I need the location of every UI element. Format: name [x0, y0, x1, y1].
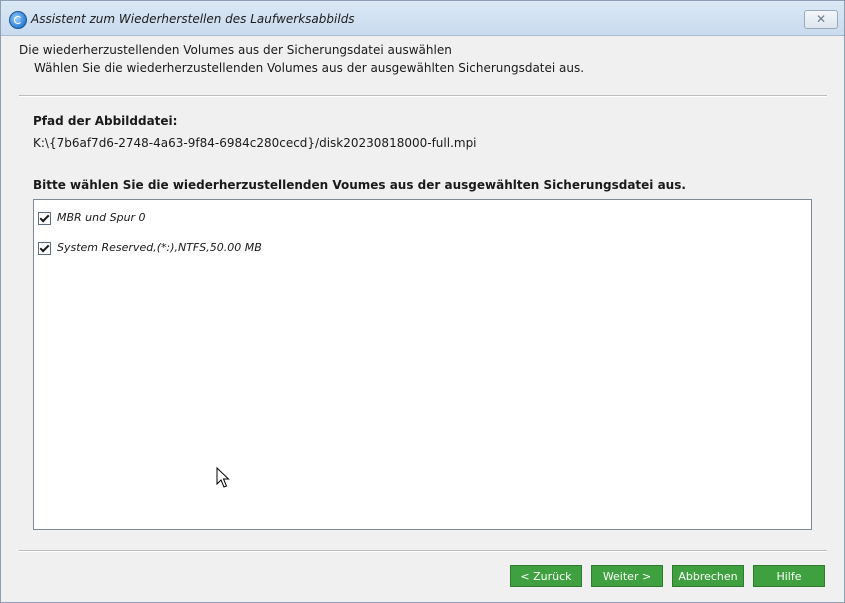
next-button[interactable]: Weiter >: [591, 565, 663, 587]
back-button[interactable]: < Zurück: [510, 565, 582, 587]
system-reserved-label: System Reserved,(*:),NTFS,50.00 MB: [57, 241, 262, 254]
page-title: Die wiederherzustellenden Volumes aus de…: [19, 43, 452, 57]
header-divider: [19, 95, 827, 97]
image-path-label: Pfad der Abbilddatei:: [33, 114, 178, 128]
image-path-value: K:\{7b6af7d6-2748-4a63-9f84-6984c280cecd…: [33, 136, 477, 150]
title-bar[interactable]: Assistent zum Wiederherstellen des Laufw…: [1, 1, 844, 36]
cancel-button[interactable]: Abbrechen: [672, 565, 744, 587]
mbr-label: MBR und Spur 0: [57, 211, 146, 224]
page-subtitle: Wählen Sie die wiederherzustellenden Vol…: [34, 61, 585, 75]
footer-divider: [19, 550, 827, 552]
close-button[interactable]: ✕: [804, 10, 838, 29]
volume-list[interactable]: MBR und Spur 0 System Reserved,(*:),NTFS…: [33, 199, 812, 530]
help-button[interactable]: Hilfe: [753, 565, 825, 587]
wizard-content: Die wiederherzustellenden Volumes aus de…: [7, 36, 838, 596]
window-title: Assistent zum Wiederherstellen des Laufw…: [31, 12, 355, 26]
system-reserved-checkbox[interactable]: [38, 242, 51, 255]
app-restore-icon: [9, 11, 27, 29]
volume-select-label: Bitte wählen Sie die wiederherzustellend…: [33, 178, 686, 192]
mouse-cursor-icon: [216, 467, 230, 488]
wizard-window: Assistent zum Wiederherstellen des Laufw…: [0, 0, 845, 603]
mbr-checkbox[interactable]: [38, 212, 51, 225]
